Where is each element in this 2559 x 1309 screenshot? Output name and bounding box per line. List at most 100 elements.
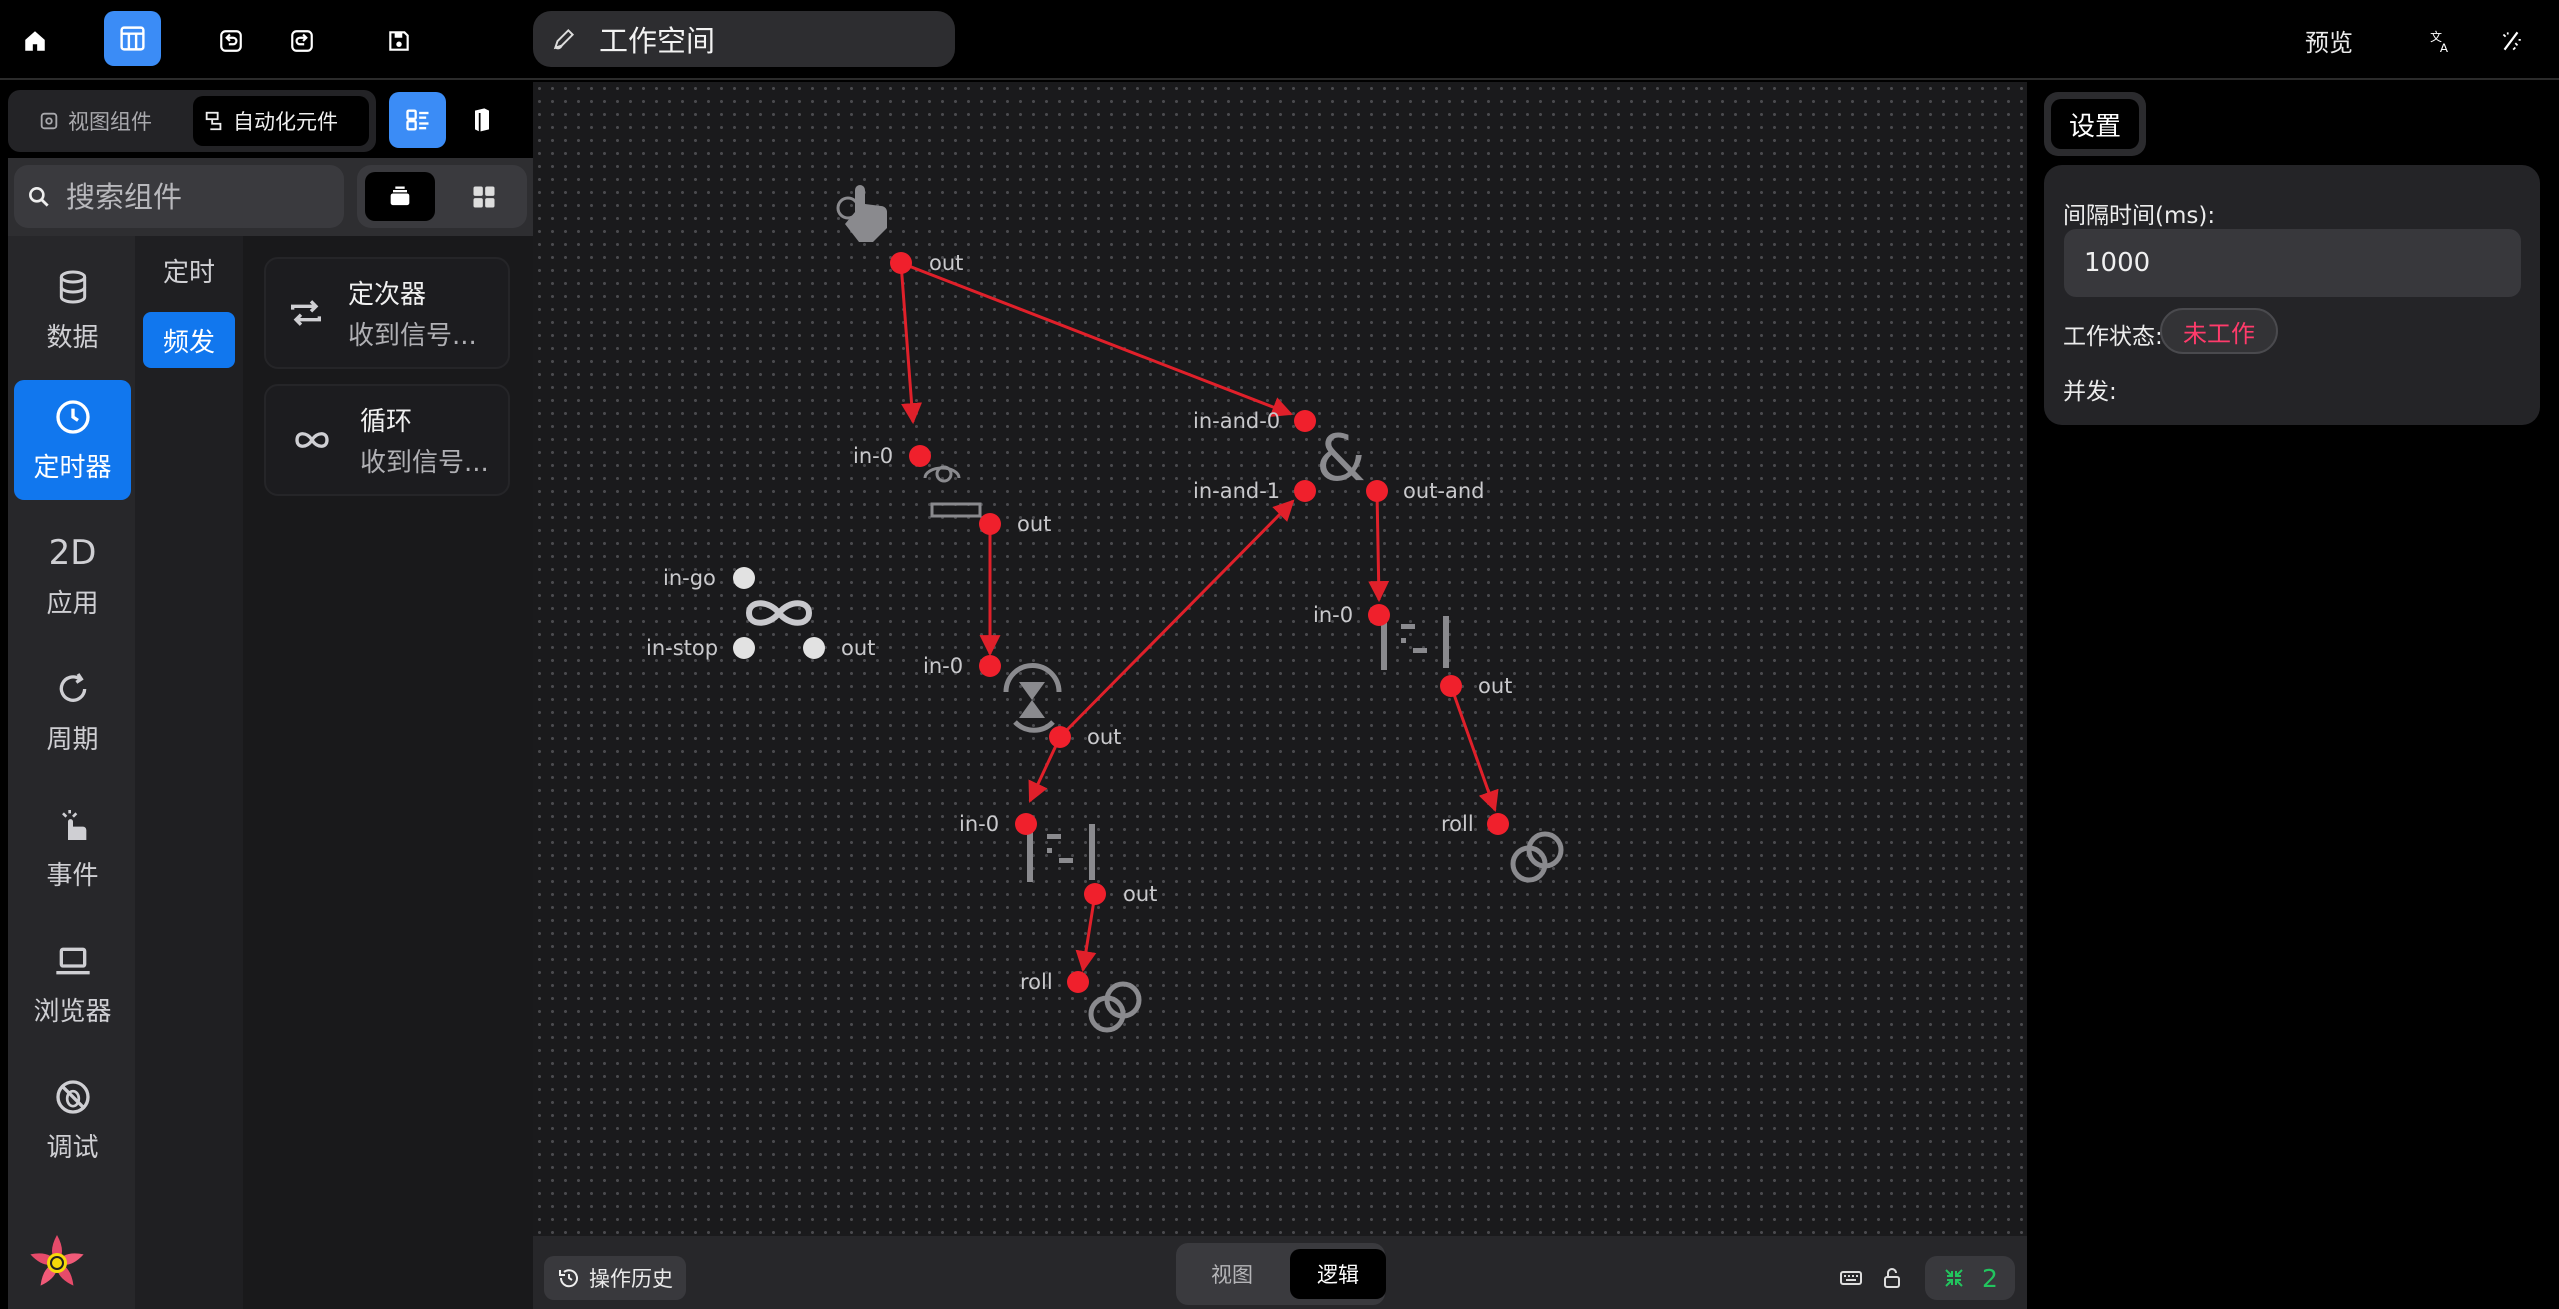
translate-icon[interactable]: 文A [2420, 20, 2462, 62]
category-label: 事件 [46, 860, 99, 891]
tab-view-components[interactable]: 视图组件 [28, 96, 162, 146]
category-cycle[interactable]: 周期 [14, 652, 131, 772]
category-browser[interactable]: 浏览器 [14, 924, 131, 1044]
mode-logic-button[interactable]: 逻辑 [1290, 1249, 1386, 1299]
port-out-and[interactable] [1366, 480, 1388, 502]
hand-pointer-icon [845, 185, 887, 242]
port-in-and-0[interactable] [1294, 410, 1316, 432]
port-in-go[interactable] [733, 567, 755, 589]
roll-node-right[interactable] [1510, 831, 1564, 883]
theme-toggle-icon[interactable] [2490, 20, 2532, 62]
port-out[interactable] [979, 513, 1001, 535]
database-icon [59, 270, 86, 303]
ampersand-icon: & [1316, 422, 1366, 496]
category-list: 数据 定时器 2D 应用 周期 事件 浏览器 调试 [8, 236, 135, 1309]
component-item-counter[interactable]: 定次器 收到信号... [264, 257, 510, 369]
delay-node[interactable] [1003, 663, 1062, 733]
port-roll[interactable] [1487, 813, 1509, 835]
display-mode-toggle [357, 165, 527, 228]
port-in-and-1[interactable] [1294, 480, 1316, 502]
port-out[interactable] [890, 252, 912, 274]
subcategory-timing[interactable]: 定时 [143, 242, 235, 298]
save-icon[interactable] [378, 20, 420, 62]
hand-touch-icon [61, 809, 86, 840]
port-in[interactable] [979, 655, 1001, 677]
port-label: out [1087, 725, 1121, 749]
edge[interactable] [1075, 893, 1097, 973]
layout-button[interactable] [104, 11, 161, 66]
counter-node[interactable] [923, 465, 982, 518]
category-data[interactable]: 数据 [14, 250, 131, 370]
mode-view-button[interactable]: 视图 [1184, 1249, 1280, 1299]
subcategory-list: 定时 频发 [135, 236, 243, 1309]
port-roll[interactable] [1067, 971, 1089, 993]
laptop-icon [55, 947, 90, 974]
port-label: in-0 [923, 654, 963, 678]
component-item-loop[interactable]: 循环 收到信号... [264, 384, 510, 496]
docs-book-icon[interactable] [462, 100, 502, 140]
subcategory-frequent[interactable]: 频发 [143, 312, 235, 368]
category-label: 浏览器 [33, 996, 112, 1027]
port-in[interactable] [1015, 813, 1037, 835]
category-label: 定时器 [33, 452, 112, 483]
category-event[interactable]: 事件 [14, 788, 131, 908]
tab-automation-components[interactable]: 自动化元件 [193, 96, 369, 146]
search-field[interactable] [14, 165, 344, 228]
edge[interactable] [900, 261, 1293, 417]
port-out[interactable] [1084, 883, 1106, 905]
interval-label: 间隔时间(ms): [2063, 203, 2216, 229]
status-label: 工作状态: [2063, 324, 2163, 350]
category-timer[interactable]: 定时器 [14, 380, 131, 500]
sequence-node-right[interactable] [1381, 616, 1449, 670]
undo-icon[interactable] [210, 20, 252, 62]
grid-view-button[interactable] [449, 172, 519, 221]
tab-settings[interactable]: 设置 [2051, 99, 2139, 149]
keyboard-icon[interactable] [1835, 1262, 1867, 1294]
svg-text:A: A [2440, 41, 2449, 54]
port-label: out [1478, 674, 1512, 698]
preview-button[interactable]: 预览 [2305, 20, 2353, 60]
concurrent-label: 并发: [2063, 379, 2117, 405]
stack-view-button[interactable] [365, 172, 435, 221]
port-in[interactable] [1368, 604, 1390, 626]
roll-node-left[interactable] [1088, 981, 1142, 1033]
port-label: roll [1441, 812, 1474, 836]
tab-label: 自动化元件 [233, 110, 338, 134]
list-icon [405, 109, 428, 131]
category-app[interactable]: 2D 应用 [14, 516, 131, 636]
search-input[interactable] [66, 179, 336, 214]
port-out[interactable] [803, 637, 825, 659]
lock-icon[interactable] [1876, 1262, 1908, 1294]
category-debug[interactable]: 调试 [14, 1060, 131, 1180]
loop-node[interactable] [745, 600, 813, 626]
port-in[interactable] [909, 445, 931, 467]
port-label: out [929, 251, 963, 275]
port-out[interactable] [1440, 675, 1462, 697]
node-graph[interactable]: & out in-0 out in-0 out in-0 out roll in… [533, 82, 2027, 1236]
edge[interactable] [1058, 499, 1295, 739]
redo-icon[interactable] [281, 20, 323, 62]
infinity-icon [745, 600, 813, 626]
cycle-icon [59, 672, 86, 702]
status-badge: 未工作 [2160, 308, 2278, 354]
history-label: 操作历史 [589, 1267, 673, 1291]
port-out[interactable] [1049, 726, 1071, 748]
and-gate-node[interactable]: & [1316, 422, 1366, 496]
app-logo [30, 1235, 84, 1286]
edge[interactable] [1368, 490, 1390, 603]
component-desc: 收到信号... [360, 448, 489, 478]
history-icon [559, 1269, 578, 1288]
node-count-badge[interactable]: 2 [1925, 1256, 2015, 1300]
sequence-node-left[interactable] [1027, 824, 1095, 882]
workspace-name-field[interactable]: 工作空间 [533, 11, 955, 67]
click-trigger-node[interactable] [836, 185, 887, 242]
category-label: 数据 [46, 322, 99, 353]
home-icon[interactable] [14, 20, 56, 62]
history-button[interactable]: 操作历史 [544, 1256, 686, 1300]
list-view-button[interactable] [389, 92, 446, 148]
port-in-stop[interactable] [733, 637, 755, 659]
edge[interactable] [1449, 685, 1499, 812]
edge[interactable] [899, 262, 923, 425]
port-label: in-go [663, 566, 716, 590]
interval-input[interactable] [2064, 229, 2521, 297]
